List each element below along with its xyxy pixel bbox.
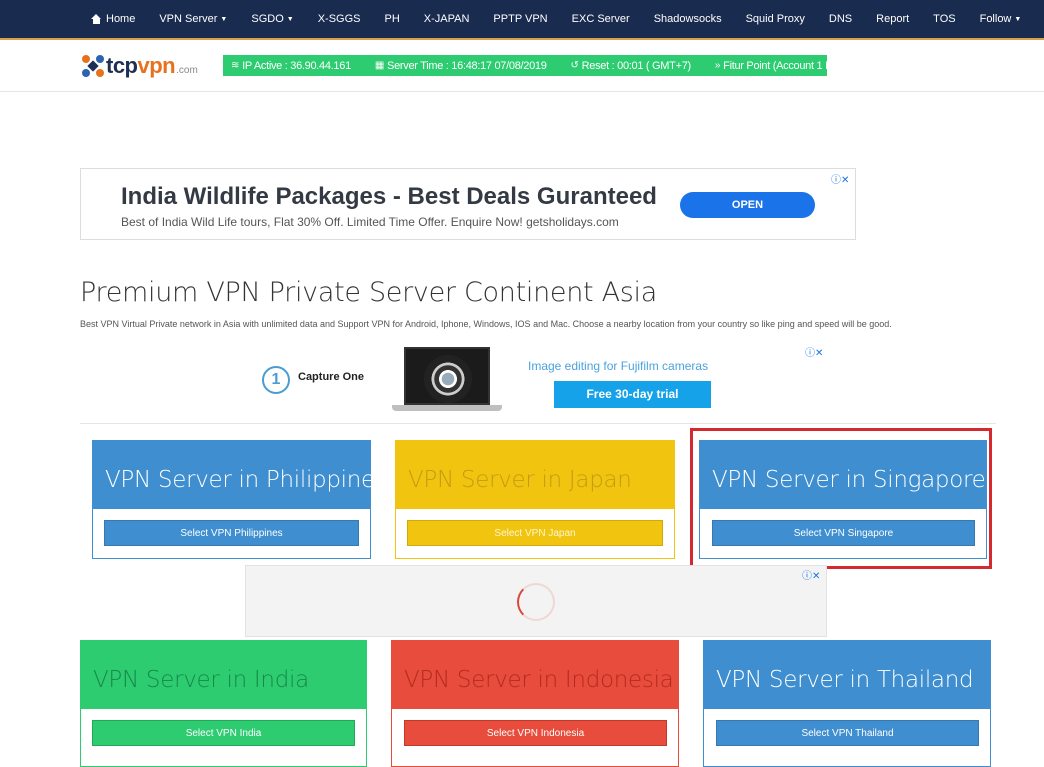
page-title: Premium VPN Private Server Continent Asi… [80,277,657,308]
fitur-point: » Fitur Point (Account 1 Month) [714,59,858,72]
home-icon [91,14,102,24]
highlight-box [690,428,992,569]
nav-follow[interactable]: Follow ▼ [980,13,1022,25]
ad-banner-top[interactable]: India Wildlife Packages - Best Deals Gur… [80,168,856,240]
caret-down-icon: ▼ [286,15,294,23]
ad-banner-loading: ⓘ✕ [245,565,827,637]
server-card-japan: VPN Server in Japan Select VPN Japan [395,440,675,559]
select-vpn-indonesia-button[interactable]: Select VPN Indonesia [404,720,667,746]
nav-home[interactable]: Home [91,13,135,25]
logo-domain: .com [176,64,198,76]
ad-headline[interactable]: Image editing for Fujifilm cameras [528,359,708,373]
select-vpn-india-button[interactable]: Select VPN India [92,720,355,746]
nav-report[interactable]: Report [876,13,909,25]
ad-brand: Capture One [298,371,365,383]
select-vpn-philippines-button[interactable]: Select VPN Philippines [104,520,359,546]
nav-home-label: Home [106,13,136,25]
laptop-image [392,347,502,413]
nav-dns[interactable]: DNS [829,13,852,25]
server-time: ▦ Server Time : 16:48:17 07/08/2019 [374,59,547,72]
server-card-philippines: VPN Server in Philippines Select VPN Phi… [92,440,387,559]
nav-exc-server[interactable]: EXC Server [572,13,630,25]
reset-time: ↺ Reset : 00:01 ( GMT+7) [570,59,692,72]
logo-mark-icon [82,55,104,77]
ip-active: ≋ IP Active : 36.90.44.161 [231,59,351,72]
caret-down-icon: ▼ [220,15,228,23]
server-card-title: VPN Server in Japan [408,467,632,493]
loading-spinner-icon [517,583,555,621]
nav-sgdo-label: SGDO [251,13,284,25]
nav-pptp-vpn[interactable]: PPTP VPN [493,13,547,25]
server-card-indonesia: VPN Server in Indonesia Select VPN Indon… [391,640,679,767]
ad-title[interactable]: India Wildlife Packages - Best Deals Gur… [121,183,657,211]
nav-x-japan[interactable]: X-JAPAN [424,13,470,25]
top-navbar: Home VPN Server ▼ SGDO ▼ X-SGGS PH X-JAPAN… [0,0,1044,40]
server-status-bar: ≋ IP Active : 36.90.44.161 ▦ Server Time :… [223,55,858,76]
page-description: Best VPN Virtual Private network in Asia… [80,319,892,329]
server-card-title: VPN Server in India [93,667,309,693]
ad-open-button[interactable]: OPEN [680,192,815,218]
server-card-title: VPN Server in Indonesia [404,667,674,693]
ad-trial-button[interactable]: Free 30-day trial [554,381,711,408]
adchoices-icon[interactable]: ⓘ✕ [831,171,849,186]
nav-sgdo[interactable]: SGDO ▼ [251,13,293,25]
caret-down-icon: ▼ [1014,15,1022,23]
adchoices-icon[interactable]: ⓘ✕ [802,567,820,582]
capture-one-logo-icon: 1 [262,366,290,394]
ad-description: Best of India Wild Life tours, Flat 30% … [121,215,619,229]
nav-x-sggs[interactable]: X-SGGS [318,13,361,25]
adchoices-icon[interactable]: ⓘ✕ [805,344,823,359]
ad-banner-middle[interactable]: 1 Capture One Image editing for Fujifilm… [260,343,832,415]
server-card-title: VPN Server in Thailand [716,667,974,693]
server-card-thailand: VPN Server in Thailand Select VPN Thaila… [703,640,991,767]
calendar-icon: ▦ [374,60,385,71]
nav-follow-label: Follow [979,13,1012,25]
wifi-icon: ≋ [231,60,240,71]
select-vpn-japan-button[interactable]: Select VPN Japan [407,520,663,546]
divider [80,423,996,424]
nav-shadowsocks[interactable]: Shadowsocks [654,13,722,25]
history-icon: ↺ [570,60,579,71]
nav-vpn-server[interactable]: VPN Server ▼ [159,13,227,25]
nav-vpn-server-label: VPN Server [159,13,218,25]
server-card-india: VPN Server in India Select VPN India [80,640,367,767]
site-logo[interactable]: tcpvpn .com [82,53,198,79]
server-card-title: VPN Server in Philippines [105,467,387,493]
chevron-down-double-icon: » [714,60,721,71]
nav-squid-proxy[interactable]: Squid Proxy [746,13,805,25]
select-vpn-thailand-button[interactable]: Select VPN Thailand [716,720,979,746]
nav-tos[interactable]: TOS [933,13,955,25]
nav-ph[interactable]: PH [385,13,400,25]
logo-text: tcpvpn [106,53,176,78]
